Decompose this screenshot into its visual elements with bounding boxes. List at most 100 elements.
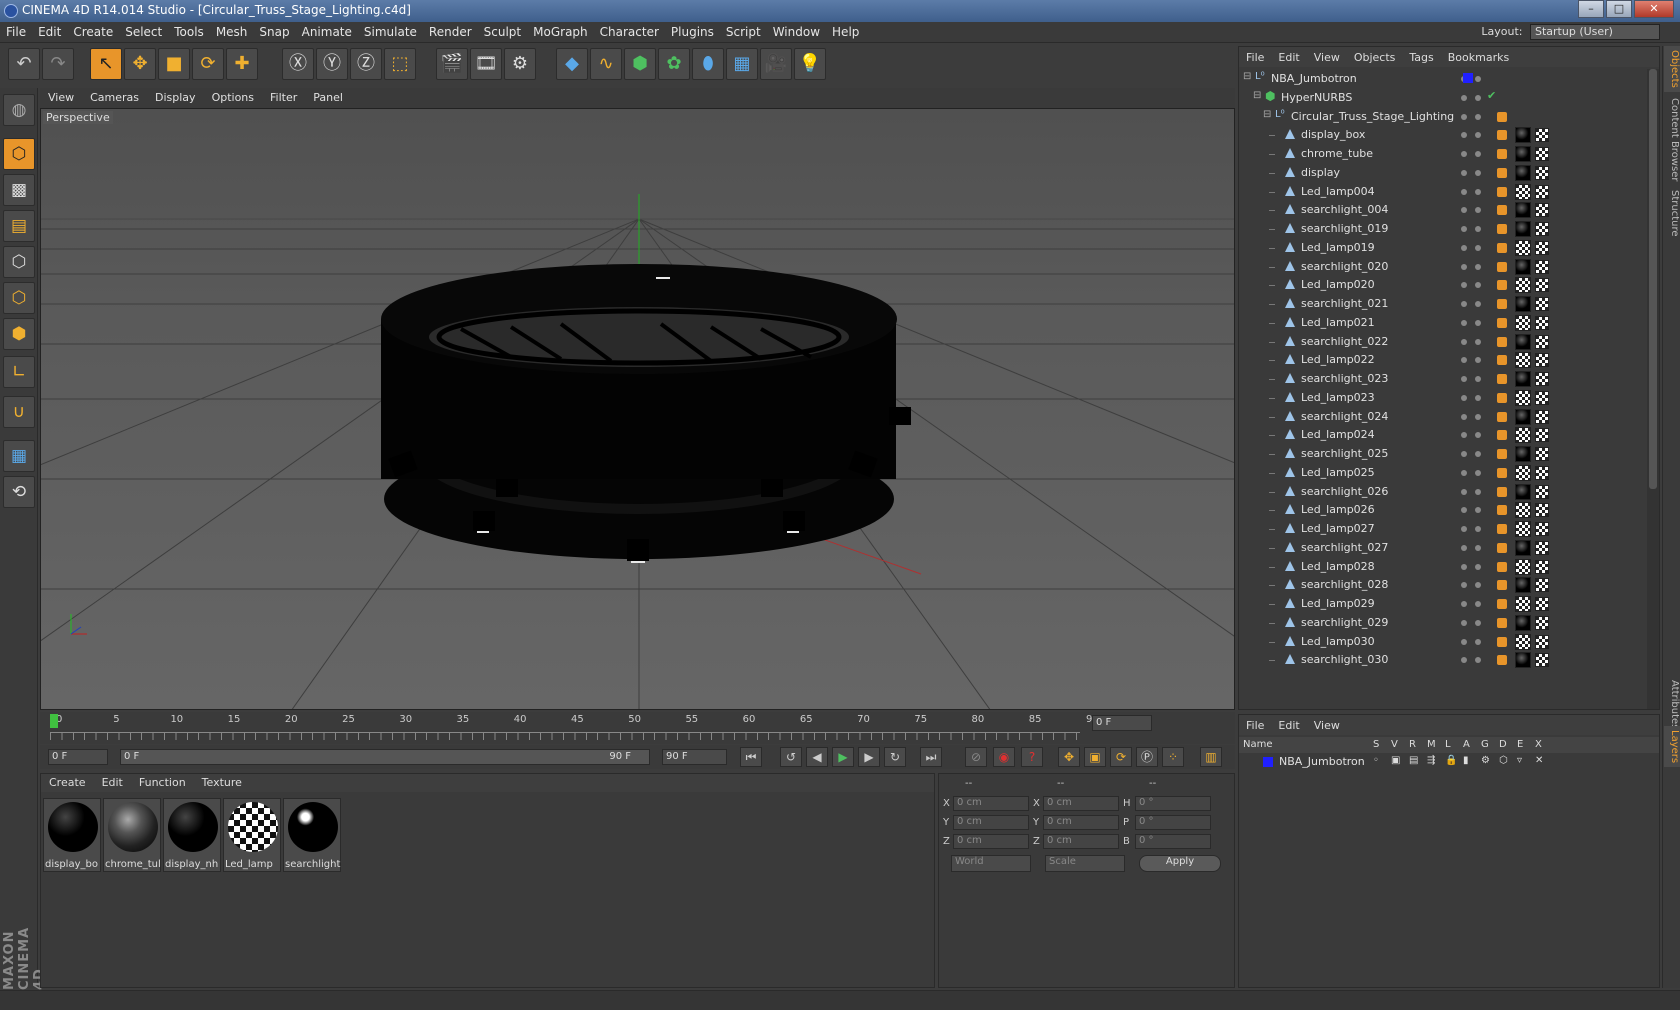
- editor-visibility-dot[interactable]: [1461, 657, 1467, 664]
- object-name[interactable]: searchlight_019: [1301, 222, 1388, 235]
- texture-tag-selection-icon[interactable]: [1497, 299, 1507, 309]
- editor-visibility-dot[interactable]: [1461, 394, 1467, 401]
- rotate-icon[interactable]: ⟳: [192, 48, 224, 80]
- uvw-tag-icon[interactable]: [1535, 240, 1549, 255]
- menu-item-character[interactable]: Character: [594, 22, 665, 39]
- texture-tag-selection-icon[interactable]: [1497, 261, 1507, 272]
- material-tag-icon[interactable]: [1515, 221, 1531, 237]
- coord-field[interactable]: 0 cm: [1043, 796, 1119, 811]
- material-tag-icon[interactable]: [1515, 558, 1531, 575]
- material-tag-icon[interactable]: [1515, 202, 1531, 219]
- y-axis-icon[interactable]: Ⓨ: [316, 48, 348, 80]
- layer-column-g[interactable]: G: [1481, 739, 1489, 750]
- render-visibility-dot[interactable]: [1475, 526, 1481, 532]
- material-tag-icon[interactable]: [1515, 614, 1531, 631]
- editor-visibility-dot[interactable]: [1461, 601, 1467, 607]
- object-name[interactable]: searchlight_022: [1301, 335, 1388, 348]
- object-row[interactable]: searchlight_022: [1239, 332, 1645, 352]
- uvw-tag-icon[interactable]: [1535, 147, 1549, 161]
- menu-item-edit[interactable]: Edit: [32, 22, 67, 39]
- record-active-icon[interactable]: ⊘: [965, 747, 987, 767]
- object-row[interactable]: display: [1239, 163, 1645, 183]
- texture-tag-selection-icon[interactable]: [1497, 580, 1507, 591]
- texture-tag-selection-icon[interactable]: [1497, 449, 1507, 459]
- object-name[interactable]: Led_lamp025: [1301, 466, 1375, 479]
- uvw-tag-icon[interactable]: [1535, 184, 1549, 199]
- editor-visibility-dot[interactable]: [1461, 132, 1467, 139]
- render-visibility-dot[interactable]: [1475, 169, 1481, 176]
- points-mode-icon[interactable]: ⬡: [3, 246, 35, 278]
- object-row[interactable]: searchlight_026: [1239, 482, 1645, 502]
- deformer-icon[interactable]: ⬮: [692, 48, 724, 80]
- material-menu-create[interactable]: Create: [41, 774, 94, 789]
- goto-start-icon[interactable]: ⏮: [740, 747, 762, 767]
- object-name[interactable]: Led_lamp023: [1301, 391, 1375, 404]
- editor-visibility-dot[interactable]: [1461, 638, 1467, 645]
- render-visibility-dot[interactable]: [1475, 469, 1481, 476]
- object-row[interactable]: searchlight_021: [1239, 294, 1645, 314]
- uvw-tag-icon[interactable]: [1535, 484, 1549, 499]
- array-icon[interactable]: ✿: [658, 48, 690, 80]
- texture-tag-selection-icon[interactable]: [1497, 317, 1507, 328]
- material-tag-icon[interactable]: [1515, 239, 1531, 256]
- layer-column-s[interactable]: S: [1373, 739, 1379, 750]
- layer-column-d[interactable]: D: [1499, 739, 1507, 750]
- editor-visibility-dot[interactable]: [1461, 338, 1467, 345]
- editor-visibility-dot[interactable]: [1461, 207, 1467, 214]
- object-row[interactable]: searchlight_004: [1239, 200, 1645, 220]
- uvw-tag-icon[interactable]: [1535, 165, 1549, 180]
- layer-column-l[interactable]: L: [1445, 739, 1451, 750]
- object-row[interactable]: Led_lamp019: [1239, 238, 1645, 258]
- perspective-viewport[interactable]: Perspective: [40, 108, 1235, 710]
- model-mode-icon[interactable]: ⬡: [3, 138, 35, 170]
- object-name[interactable]: searchlight_027: [1301, 541, 1388, 554]
- object-row[interactable]: chrome_tube: [1239, 144, 1645, 164]
- render-visibility-dot[interactable]: [1475, 544, 1481, 551]
- nurbs-icon[interactable]: ⬢: [624, 48, 656, 80]
- uvw-tag-icon[interactable]: [1535, 597, 1549, 611]
- editor-visibility-dot[interactable]: [1461, 451, 1467, 457]
- menu-item-plugins[interactable]: Plugins: [665, 22, 720, 39]
- object-row[interactable]: Led_lamp028: [1239, 557, 1645, 577]
- material-tag-icon[interactable]: [1515, 183, 1531, 200]
- material-swatch[interactable]: Led_lamp: [223, 798, 281, 872]
- object-row[interactable]: searchlight_024: [1239, 407, 1645, 427]
- step-forward-icon[interactable]: ▶: [858, 747, 880, 767]
- texture-tag-selection-icon[interactable]: [1497, 617, 1507, 628]
- object-row[interactable]: searchlight_019: [1239, 219, 1645, 239]
- render-visibility-dot[interactable]: [1475, 563, 1481, 570]
- coord-field[interactable]: 0 cm: [953, 815, 1029, 830]
- editor-visibility-dot[interactable]: [1461, 151, 1467, 157]
- object-row[interactable]: ⊟ L⁰ NBA_Jumbotron: [1239, 69, 1645, 89]
- object-menu-tags[interactable]: Tags: [1402, 47, 1440, 64]
- key-parameter-icon[interactable]: Ⓟ: [1136, 747, 1158, 767]
- edges-mode-icon[interactable]: ⬡: [3, 282, 35, 314]
- layer-column-v[interactable]: V: [1391, 739, 1398, 750]
- object-row[interactable]: Led_lamp025: [1239, 463, 1645, 483]
- material-tag-icon[interactable]: [1515, 446, 1531, 462]
- menu-item-file[interactable]: File: [0, 22, 32, 39]
- expressions-icon[interactable]: ▿: [1517, 755, 1522, 766]
- object-name[interactable]: searchlight_024: [1301, 410, 1388, 423]
- object-name[interactable]: searchlight_004: [1301, 203, 1388, 216]
- render-visibility-dot[interactable]: [1475, 263, 1481, 270]
- uvw-tag-icon[interactable]: [1535, 540, 1549, 555]
- uvw-tag-icon[interactable]: [1535, 259, 1549, 274]
- render-visibility-dot[interactable]: [1475, 151, 1481, 157]
- material-tag-icon[interactable]: [1515, 146, 1531, 162]
- object-name[interactable]: Led_lamp024: [1301, 428, 1375, 441]
- axis-mode-icon[interactable]: ∟: [3, 356, 35, 388]
- texture-tag-selection-icon[interactable]: [1497, 467, 1507, 478]
- play-icon[interactable]: ▶: [832, 747, 854, 767]
- object-menu-view[interactable]: View: [1307, 47, 1347, 64]
- z-axis-icon[interactable]: Ⓩ: [350, 48, 382, 80]
- material-tag-icon[interactable]: [1515, 408, 1531, 425]
- render-visibility-dot[interactable]: [1475, 282, 1481, 289]
- recent-tool-icon[interactable]: ✚: [226, 48, 258, 80]
- menu-item-tools[interactable]: Tools: [168, 22, 210, 39]
- coord-field[interactable]: 0 °: [1135, 796, 1211, 811]
- render-visibility-dot[interactable]: [1475, 301, 1481, 307]
- menu-item-select[interactable]: Select: [119, 22, 168, 39]
- key-pla-icon[interactable]: ⁘: [1162, 747, 1184, 767]
- spline-icon[interactable]: ∿: [590, 48, 622, 80]
